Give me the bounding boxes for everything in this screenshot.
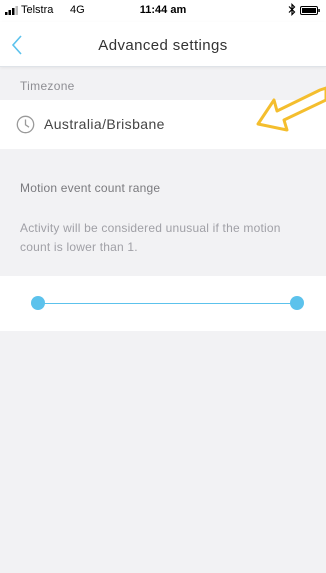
status-bar: Telstra 4G 11:44 am: [0, 0, 326, 22]
slider-max-handle[interactable]: [290, 296, 304, 310]
timezone-section-label: Timezone: [20, 79, 75, 93]
motion-range-description: Activity will be considered unusual if t…: [20, 221, 281, 254]
status-time: 11:44 am: [139, 4, 187, 16]
clock-icon: [16, 115, 35, 134]
motion-range-slider[interactable]: [0, 276, 326, 331]
arrow-annotation: [256, 86, 326, 132]
page-title: Advanced settings: [98, 37, 228, 54]
slider-min-handle[interactable]: [31, 296, 45, 310]
slider-track[interactable]: [38, 303, 297, 304]
motion-range-title: Motion event count range: [20, 181, 161, 195]
navigation-bar: Advanced settings: [0, 22, 326, 67]
timezone-value: Australia/Brisbane: [44, 116, 165, 132]
battery-icon: [300, 6, 320, 15]
bluetooth-icon: [288, 3, 296, 16]
